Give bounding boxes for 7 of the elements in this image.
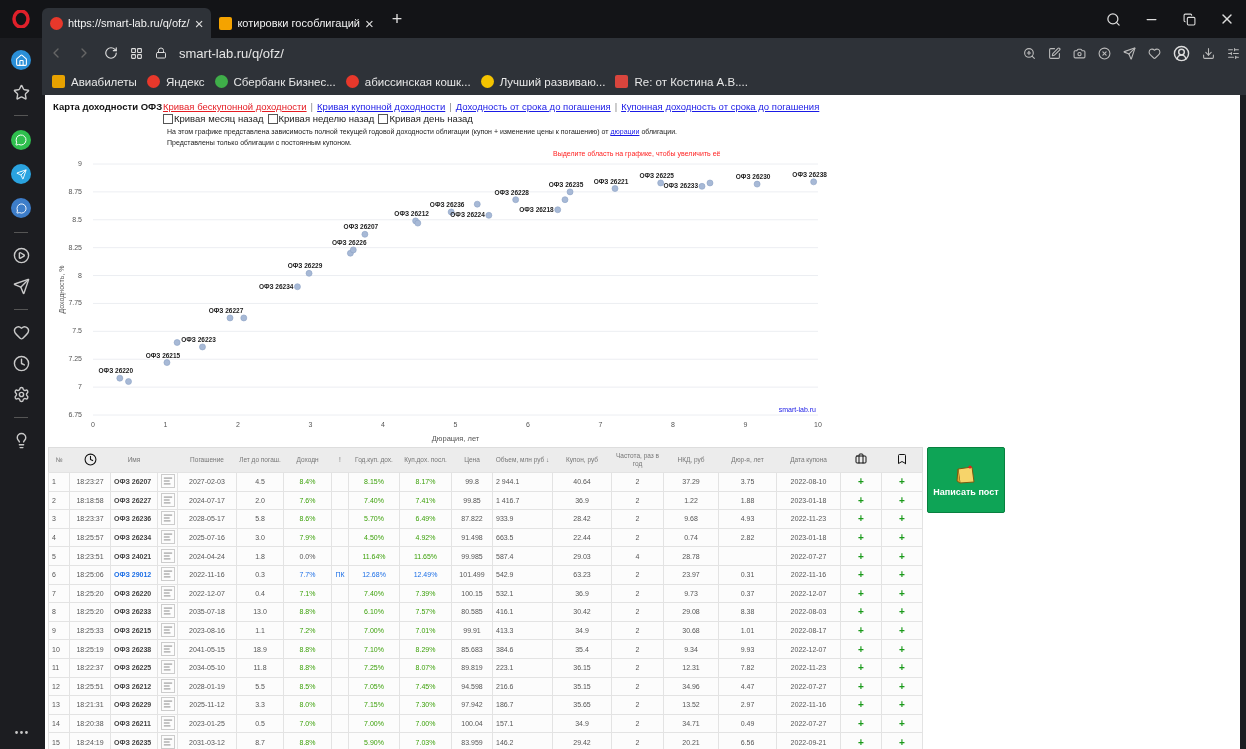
page-title: Карта доходности ОФЗ bbox=[53, 101, 163, 114]
checkbox-label: Кривая месяц назад bbox=[174, 113, 264, 124]
checkbox-label: Кривая день назад bbox=[389, 113, 473, 124]
link-separator: | bbox=[310, 101, 314, 112]
link-separator: | bbox=[449, 101, 452, 112]
checkbox-label: Кривая неделю назад bbox=[278, 113, 375, 124]
link-separator: | bbox=[614, 101, 618, 112]
